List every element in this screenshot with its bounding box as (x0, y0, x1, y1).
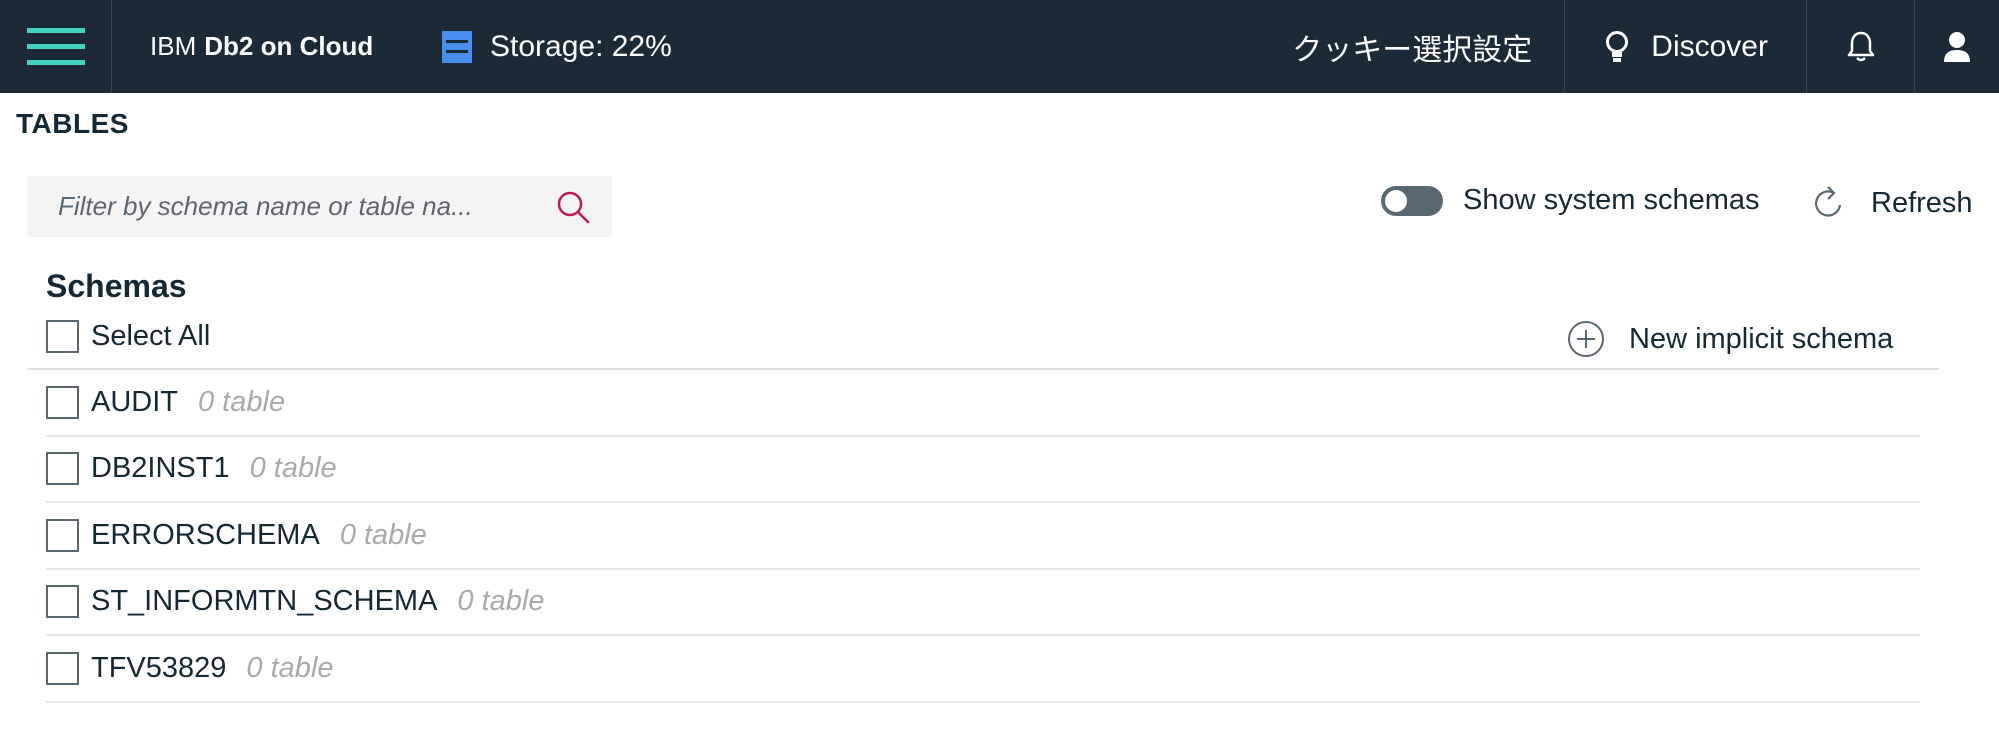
toggle-label: Show system schemas (1463, 184, 1760, 216)
schema-table-count: 0 table (246, 651, 334, 684)
schema-name[interactable]: AUDIT (91, 386, 178, 419)
schema-checkbox[interactable] (46, 651, 79, 685)
search-button[interactable] (556, 190, 590, 229)
user-profile-button[interactable] (1915, 0, 1999, 93)
schema-filter-search (27, 176, 612, 237)
schema-row[interactable]: ERRORSCHEMA 0 table (46, 503, 1920, 570)
select-all[interactable]: Select All (46, 320, 210, 353)
page-title: TABLES (16, 108, 129, 139)
lightbulb-icon (1606, 30, 1629, 62)
header-spacer (672, 0, 1273, 93)
storage-indicator[interactable]: Storage: 22% (442, 0, 672, 93)
product-brand[interactable]: IBM Db2 on Cloud (112, 0, 442, 93)
schema-checkbox[interactable] (46, 585, 79, 619)
schemas-header-row: Select All New implicit schema (27, 318, 1939, 370)
schema-name[interactable]: ST_INFORMTN_SCHEMA (91, 585, 437, 618)
refresh-icon (1815, 186, 1842, 217)
schema-table-count: 0 table (457, 585, 545, 618)
bell-icon (1847, 31, 1874, 61)
storage-text: Storage: 22% (490, 29, 672, 63)
schema-row[interactable]: ST_INFORMTN_SCHEMA 0 table (46, 570, 1920, 636)
cookie-preferences-link[interactable]: クッキー選択設定 (1272, 0, 1566, 93)
schema-table-count: 0 table (249, 452, 337, 485)
schema-name[interactable]: ERRORSCHEMA (91, 519, 320, 552)
brand-product: Db2 on Cloud (204, 31, 374, 61)
schema-name[interactable]: TFV53829 (91, 652, 226, 685)
storage-icon (442, 30, 472, 63)
schema-table-count: 0 table (198, 385, 286, 418)
schema-row[interactable]: DB2INST1 0 table (46, 437, 1920, 503)
search-input[interactable] (58, 191, 538, 222)
search-icon (557, 191, 590, 224)
menu-button[interactable] (0, 0, 112, 93)
notifications-button[interactable] (1807, 0, 1915, 93)
schema-checkbox[interactable] (46, 452, 79, 486)
add-circle-icon (1568, 321, 1604, 357)
hamburger-icon (26, 27, 85, 65)
show-system-schemas-toggle[interactable]: Show system schemas (1381, 184, 1760, 217)
new-implicit-schema-label: New implicit schema (1629, 322, 1894, 355)
toggle-switch[interactable] (1381, 185, 1443, 216)
select-all-label: Select All (91, 320, 211, 352)
schema-table-count: 0 table (339, 518, 427, 551)
schema-checkbox[interactable] (46, 518, 79, 552)
toggle-knob (1385, 189, 1407, 212)
schemas-heading: Schemas (46, 268, 187, 304)
refresh-button[interactable]: Refresh (1813, 184, 1973, 222)
discover-label: Discover (1651, 29, 1768, 63)
user-icon (1944, 31, 1970, 62)
select-all-checkbox[interactable] (46, 320, 79, 353)
brand-ibm: IBM (150, 31, 197, 61)
new-implicit-schema-button[interactable]: New implicit schema (1567, 320, 1893, 358)
schema-row[interactable]: TFV53829 0 table (46, 636, 1920, 703)
schema-checkbox[interactable] (46, 385, 79, 419)
discover-button[interactable]: Discover (1565, 0, 1807, 93)
schema-row[interactable]: AUDIT 0 table (46, 370, 1920, 437)
top-navigation-bar: IBM Db2 on Cloud Storage: 22% クッキー選択設定 D… (0, 0, 1999, 93)
schema-list: AUDIT 0 table DB2INST1 0 table ERRORSCHE… (46, 370, 1920, 703)
cookie-preferences-label: クッキー選択設定 (1292, 33, 1533, 67)
refresh-label: Refresh (1871, 186, 1973, 219)
schema-name[interactable]: DB2INST1 (91, 452, 230, 485)
